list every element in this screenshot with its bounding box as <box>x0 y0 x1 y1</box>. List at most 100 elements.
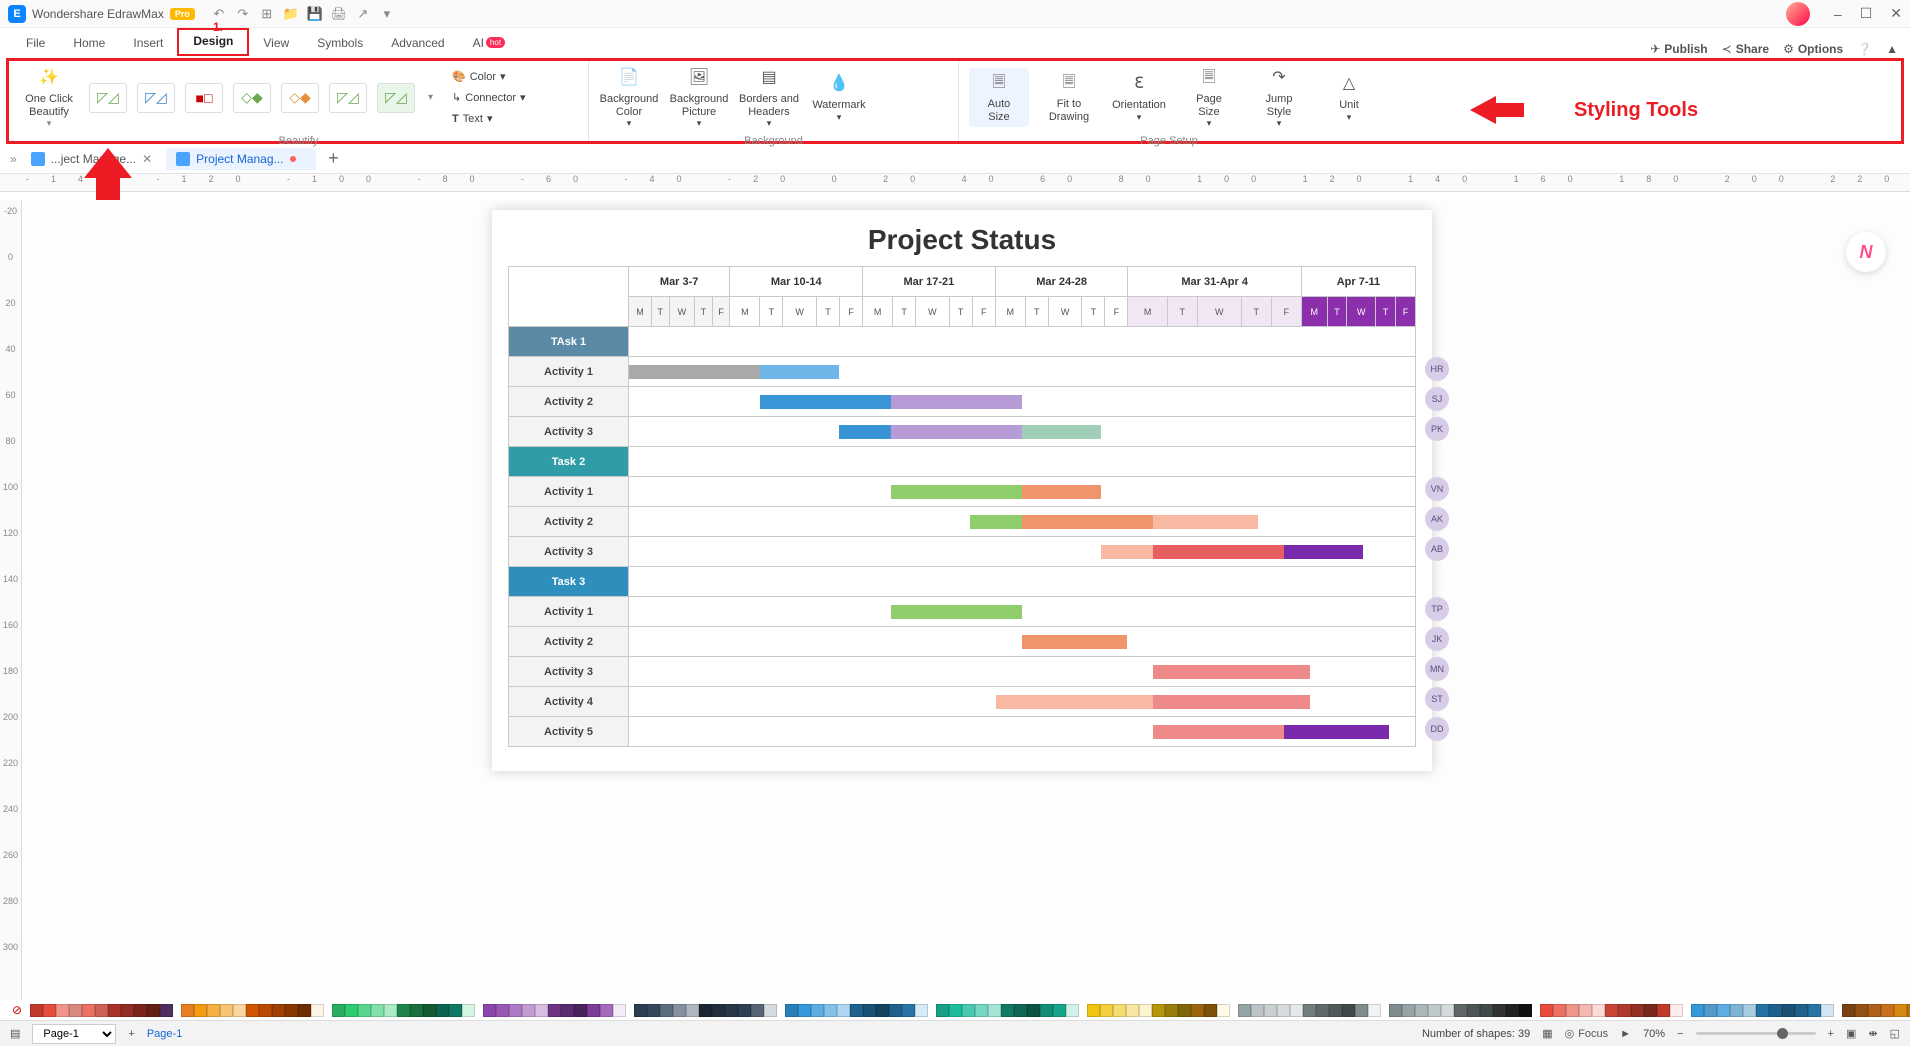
color-swatch[interactable] <box>1329 1004 1342 1017</box>
color-swatch[interactable] <box>1553 1004 1566 1017</box>
menu-insert[interactable]: Insert <box>119 32 177 56</box>
color-swatch[interactable] <box>1756 1004 1769 1017</box>
menu-view[interactable]: View <box>249 32 303 56</box>
color-swatch[interactable] <box>548 1004 561 1017</box>
color-swatch[interactable] <box>134 1004 147 1017</box>
add-page-button[interactable]: + <box>128 1028 134 1040</box>
gantt-bar[interactable] <box>996 695 1153 709</box>
gantt-bar[interactable] <box>1022 635 1127 649</box>
color-swatch[interactable] <box>1264 1004 1277 1017</box>
color-swatch[interactable] <box>1368 1004 1381 1017</box>
color-swatch[interactable] <box>1066 1004 1079 1017</box>
gantt-bar[interactable] <box>1153 665 1310 679</box>
color-swatch[interactable] <box>1238 1004 1251 1017</box>
color-swatch[interactable] <box>712 1004 725 1017</box>
zoom-in-button[interactable]: + <box>1828 1028 1834 1040</box>
color-swatch[interactable] <box>1204 1004 1217 1017</box>
color-swatch[interactable] <box>673 1004 686 1017</box>
page-size-button[interactable]: 🗏Page Size▾ <box>1179 67 1239 129</box>
color-dropdown[interactable]: 🎨Color▾ <box>452 68 526 85</box>
color-swatch[interactable] <box>785 1004 798 1017</box>
color-swatch[interactable] <box>1100 1004 1113 1017</box>
color-swatch[interactable] <box>1113 1004 1126 1017</box>
color-swatch[interactable] <box>1855 1004 1868 1017</box>
gantt-bar[interactable] <box>1153 515 1258 529</box>
color-swatch[interactable] <box>436 1004 449 1017</box>
qa-more-icon[interactable]: ▾ <box>375 3 399 25</box>
assignee-avatar[interactable]: AK <box>1425 507 1449 531</box>
color-swatch[interactable] <box>1217 1004 1230 1017</box>
assignee-avatar[interactable]: HR <box>1425 357 1449 381</box>
color-swatch[interactable] <box>1191 1004 1204 1017</box>
style-preset-7[interactable]: ◸◿ <box>377 83 415 113</box>
new-tab-button[interactable]: + <box>320 148 347 169</box>
zoom-out-button[interactable]: − <box>1677 1028 1683 1040</box>
color-swatch[interactable] <box>285 1004 298 1017</box>
gantt-bar[interactable] <box>891 605 1022 619</box>
color-swatch[interactable] <box>725 1004 738 1017</box>
no-fill-icon[interactable]: ⊘ <box>12 1003 22 1017</box>
one-click-beautify-button[interactable]: ✨One Click Beautify▾ <box>19 67 79 129</box>
gantt-bar[interactable] <box>1284 725 1389 739</box>
close-icon[interactable]: ✕ <box>1890 5 1902 22</box>
color-swatch[interactable] <box>824 1004 837 1017</box>
color-swatch[interactable] <box>160 1004 173 1017</box>
gantt-bar[interactable] <box>1284 545 1363 559</box>
color-swatch[interactable] <box>233 1004 246 1017</box>
color-swatch[interactable] <box>613 1004 626 1017</box>
color-swatch[interactable] <box>1670 1004 1683 1017</box>
gantt-bar[interactable] <box>760 395 891 409</box>
color-swatch[interactable] <box>660 1004 673 1017</box>
unit-button[interactable]: △Unit▾ <box>1319 73 1379 122</box>
color-swatch[interactable] <box>1277 1004 1290 1017</box>
tabstrip-expand-icon[interactable]: » <box>10 152 17 166</box>
style-preset-3[interactable]: ■□ <box>185 83 223 113</box>
color-swatch[interactable] <box>1717 1004 1730 1017</box>
color-swatch[interactable] <box>1053 1004 1066 1017</box>
color-swatch[interactable] <box>1165 1004 1178 1017</box>
color-swatch[interactable] <box>850 1004 863 1017</box>
color-swatch[interactable] <box>1342 1004 1355 1017</box>
color-swatch[interactable] <box>311 1004 324 1017</box>
color-swatch[interactable] <box>751 1004 764 1017</box>
color-swatch[interactable] <box>1152 1004 1165 1017</box>
color-swatch[interactable] <box>1881 1004 1894 1017</box>
color-swatch[interactable] <box>1303 1004 1316 1017</box>
color-swatch[interactable] <box>246 1004 259 1017</box>
gantt-bar[interactable] <box>891 425 1022 439</box>
help-icon[interactable]: ❔ <box>1857 42 1872 56</box>
color-swatch[interactable] <box>1389 1004 1402 1017</box>
color-swatch[interactable] <box>272 1004 285 1017</box>
color-swatch[interactable] <box>1040 1004 1053 1017</box>
color-swatch[interactable] <box>699 1004 712 1017</box>
color-swatch[interactable] <box>1821 1004 1834 1017</box>
color-swatch[interactable] <box>1441 1004 1454 1017</box>
color-swatch[interactable] <box>108 1004 121 1017</box>
new-icon[interactable]: ⊞ <box>255 3 279 25</box>
color-swatch[interactable] <box>147 1004 160 1017</box>
color-swatch[interactable] <box>1842 1004 1855 1017</box>
color-swatch[interactable] <box>1540 1004 1553 1017</box>
assignee-avatar[interactable]: TP <box>1425 597 1449 621</box>
gantt-bar[interactable] <box>1153 545 1284 559</box>
color-swatch[interactable] <box>811 1004 824 1017</box>
gantt-bar[interactable] <box>891 395 1022 409</box>
color-swatch[interactable] <box>69 1004 82 1017</box>
fit-to-drawing-button[interactable]: 🗏Fit to Drawing <box>1039 72 1099 123</box>
page-panel-icon[interactable]: ▤ <box>10 1027 20 1040</box>
color-swatch[interactable] <box>1579 1004 1592 1017</box>
color-swatch[interactable] <box>1251 1004 1264 1017</box>
style-preset-4[interactable]: ◇◆ <box>233 83 271 113</box>
canvas[interactable]: Project Status Mar 3-7 Mar 10-14 Mar 17-… <box>22 200 1910 1000</box>
color-swatch[interactable] <box>535 1004 548 1017</box>
color-swatch[interactable] <box>1087 1004 1100 1017</box>
color-swatch[interactable] <box>764 1004 777 1017</box>
color-swatch[interactable] <box>1290 1004 1303 1017</box>
color-swatch[interactable] <box>259 1004 272 1017</box>
color-swatch[interactable] <box>1644 1004 1657 1017</box>
color-swatch[interactable] <box>1415 1004 1428 1017</box>
color-swatch[interactable] <box>634 1004 647 1017</box>
gantt-bar[interactable] <box>1022 485 1101 499</box>
color-swatch[interactable] <box>121 1004 134 1017</box>
color-swatch[interactable] <box>1027 1004 1040 1017</box>
